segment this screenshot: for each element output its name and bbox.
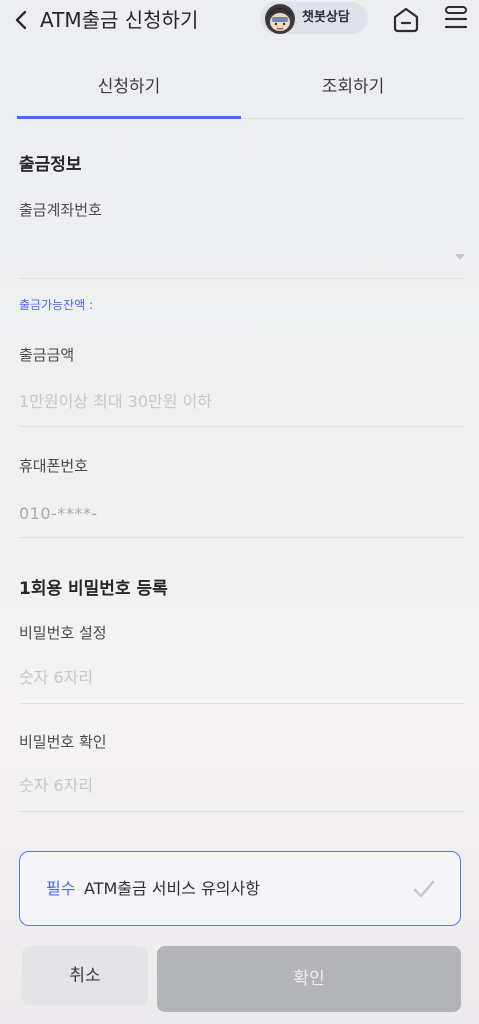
- tab-inquiry[interactable]: 조회하기: [241, 74, 465, 100]
- amount-label: 출금금액: [19, 346, 75, 364]
- back-button[interactable]: [8, 6, 34, 34]
- divider: [19, 426, 465, 427]
- chevron-down-icon: [455, 254, 465, 260]
- phone-label: 휴대폰번호: [19, 457, 89, 475]
- divider: [19, 811, 465, 812]
- chatbot-label: 챗봇상담: [302, 10, 350, 25]
- home-button[interactable]: [391, 4, 421, 34]
- password-confirm-input[interactable]: [19, 766, 465, 806]
- app-header: ATM출금 신청하기 챗봇상담: [0, 0, 479, 40]
- password-confirm-label: 비밀번호 확인: [19, 733, 107, 751]
- active-tab-indicator: [17, 116, 241, 119]
- account-label: 출금계좌번호: [19, 201, 102, 219]
- confirm-button[interactable]: 확인: [157, 946, 461, 1012]
- divider: [19, 537, 465, 538]
- chatbot-avatar-icon: [265, 4, 295, 34]
- notice-text: ATM출금 서비스 유의사항: [84, 879, 260, 898]
- chatbot-button[interactable]: 챗봇상담: [260, 2, 368, 34]
- back-arrow-icon: [15, 10, 27, 30]
- password-label: 비밀번호 설정: [19, 624, 107, 642]
- divider: [19, 278, 465, 279]
- balance-label: 출금가능잔액 :: [19, 298, 94, 312]
- notice-agreement[interactable]: 필수 ATM출금 서비스 유의사항: [19, 851, 461, 926]
- password-input[interactable]: [19, 658, 465, 698]
- tab-bar: 신청하기 조회하기: [0, 60, 479, 122]
- section-title-withdrawal: 출금정보: [19, 155, 82, 175]
- phone-value: 010-****-: [19, 504, 98, 523]
- account-select[interactable]: [19, 236, 465, 278]
- home-icon: [393, 7, 419, 33]
- checkmark-icon: [413, 880, 435, 898]
- section-title-otp: 1회용 비밀번호 등록: [19, 579, 168, 599]
- cancel-button[interactable]: 취소: [22, 946, 148, 1006]
- menu-icon: [444, 6, 468, 29]
- amount-input[interactable]: [19, 382, 465, 422]
- required-badge: 필수: [46, 879, 76, 898]
- tab-apply[interactable]: 신청하기: [17, 74, 241, 100]
- page-title: ATM출금 신청하기: [40, 8, 199, 32]
- menu-button[interactable]: [441, 4, 471, 34]
- divider: [19, 703, 465, 704]
